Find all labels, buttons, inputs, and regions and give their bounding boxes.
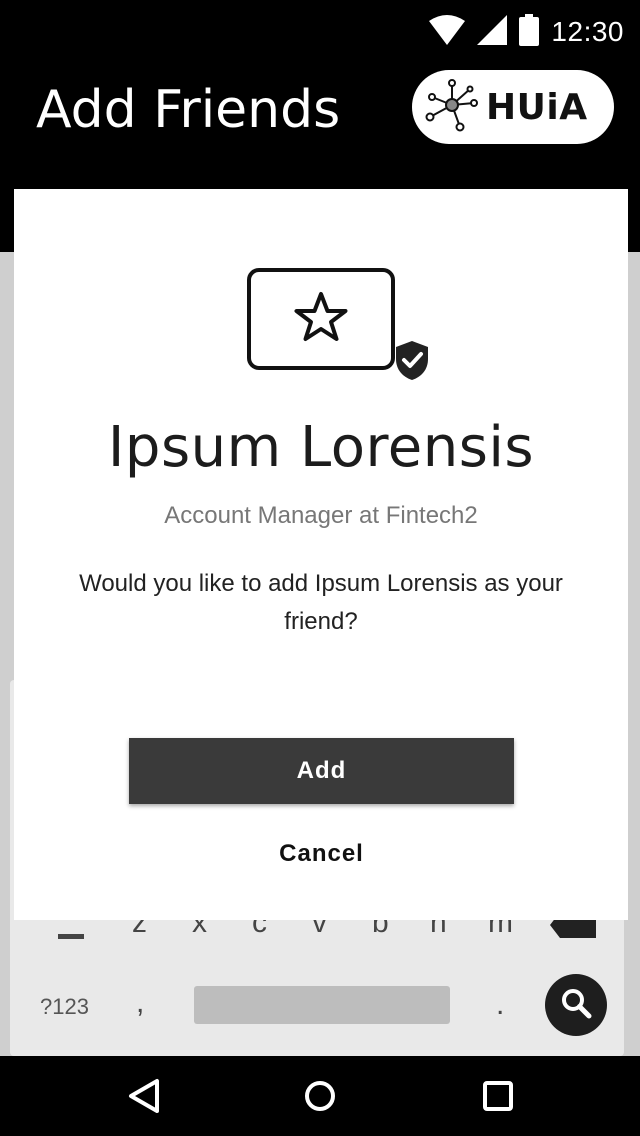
comma-key[interactable]: , bbox=[136, 986, 144, 1020]
page-title: Add Friends bbox=[36, 80, 341, 140]
symbols-key[interactable]: ?123 bbox=[40, 994, 89, 1020]
status-bar: 12:30 bbox=[0, 0, 640, 62]
brand-logo[interactable]: HUiA bbox=[412, 70, 614, 144]
clock: 12:30 bbox=[551, 16, 624, 47]
verified-shield-icon bbox=[394, 339, 430, 386]
nav-bar bbox=[0, 1056, 640, 1136]
contact-name: Ipsum Lorensis bbox=[107, 415, 535, 480]
add-button[interactable]: Add bbox=[129, 738, 514, 804]
home-icon[interactable] bbox=[300, 1076, 340, 1116]
confirmation-question: Would you like to add Ipsum Lorensis as … bbox=[54, 565, 588, 641]
search-icon bbox=[560, 987, 592, 1024]
status-icons: 12:30 bbox=[429, 12, 624, 52]
add-friend-dialog: Ipsum Lorensis Account Manager at Fintec… bbox=[14, 189, 628, 920]
back-icon[interactable] bbox=[124, 1076, 164, 1116]
signal-icon bbox=[477, 14, 508, 50]
question-line-1: Would you like to add Ipsum Lorensis as … bbox=[79, 570, 563, 597]
battery-icon bbox=[519, 13, 540, 51]
contact-subtitle: Account Manager at Fintech2 bbox=[164, 502, 478, 529]
network-hub-icon bbox=[412, 77, 480, 138]
question-line-2: friend? bbox=[284, 608, 358, 635]
recents-icon[interactable] bbox=[478, 1076, 518, 1116]
app-bar: Add Friends HUiA bbox=[0, 62, 640, 160]
wifi-icon bbox=[429, 14, 466, 50]
spacebar[interactable] bbox=[194, 986, 450, 1024]
logo-text: HUiA bbox=[486, 86, 588, 128]
starred-card-icon bbox=[246, 267, 432, 392]
period-key[interactable]: . bbox=[496, 988, 504, 1022]
cancel-button[interactable]: Cancel bbox=[229, 831, 414, 877]
keyboard-search-button[interactable] bbox=[545, 974, 607, 1036]
